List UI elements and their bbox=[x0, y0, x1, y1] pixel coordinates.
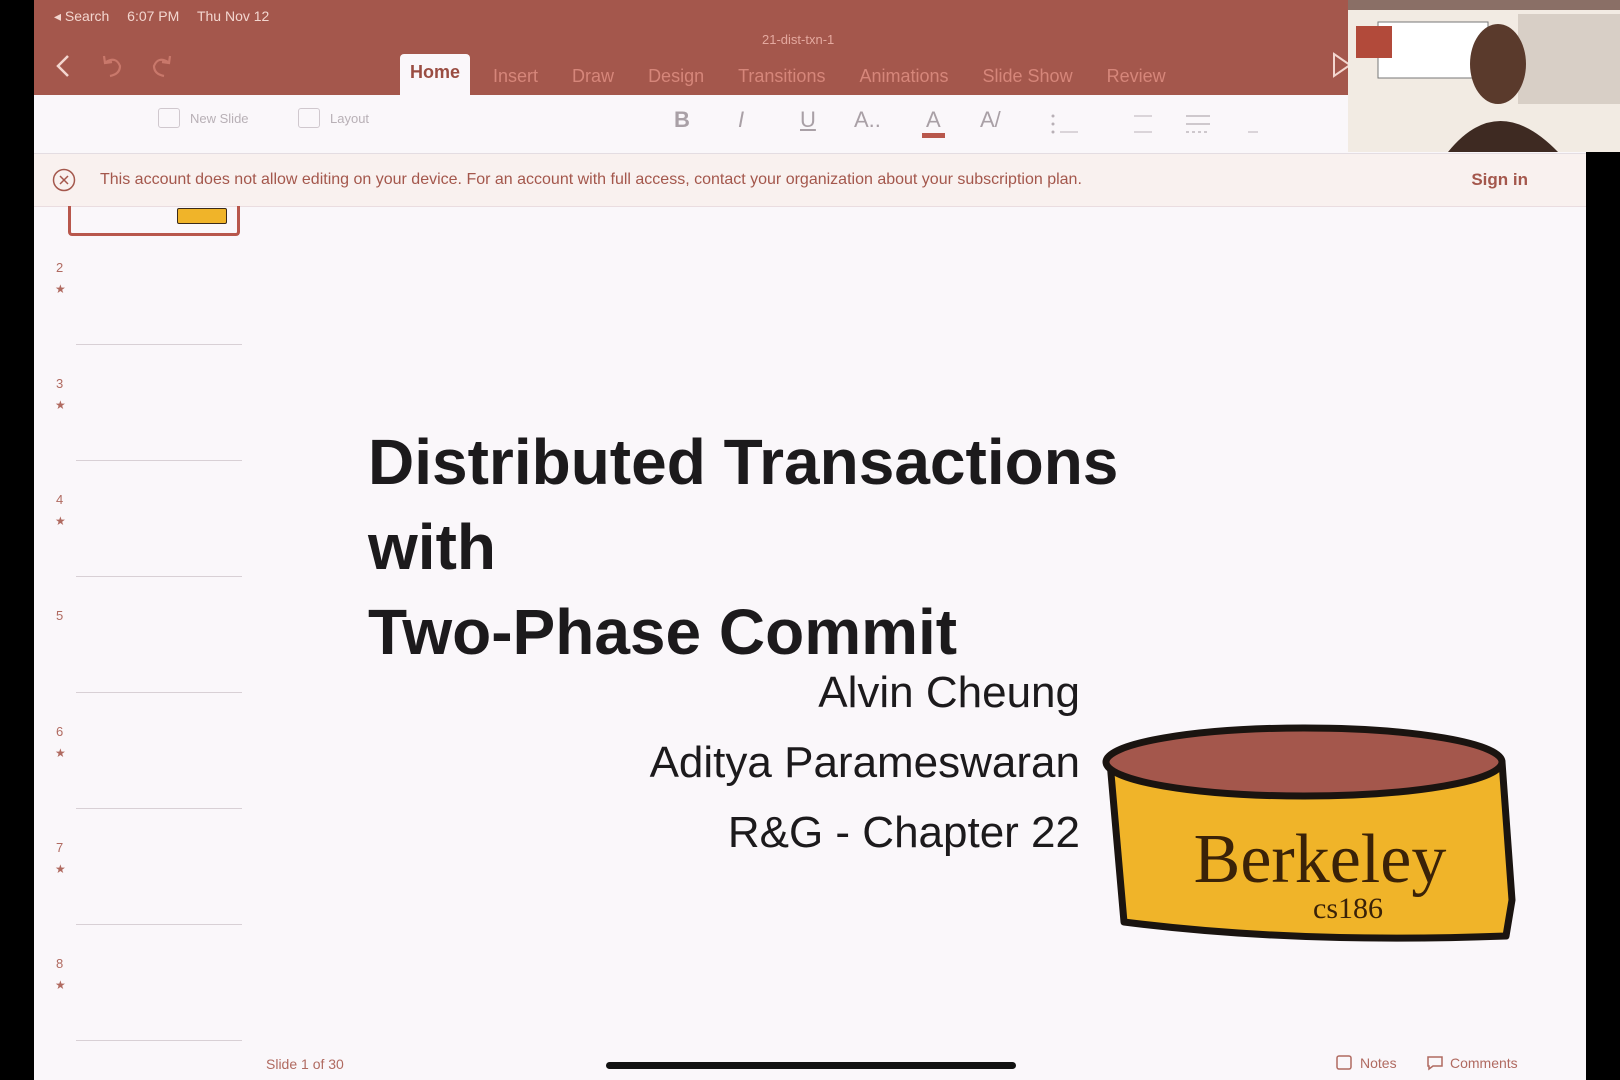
italic-button[interactable]: I bbox=[738, 107, 744, 133]
slide-thumbnail-5[interactable]: 5 bbox=[34, 608, 264, 724]
thumbnail-divider bbox=[76, 576, 242, 577]
star-icon: ★ bbox=[55, 862, 66, 876]
thumbnail-divider bbox=[76, 344, 242, 345]
new-slide-button[interactable]: New Slide bbox=[158, 108, 249, 128]
tab-transitions[interactable]: Transitions bbox=[721, 66, 842, 95]
tab-home[interactable]: Home bbox=[400, 54, 471, 95]
logo-subtext: cs186 bbox=[1313, 892, 1383, 925]
logo-text: Berkeley bbox=[1194, 821, 1447, 898]
author-2[interactable]: Aditya Parameswaran bbox=[650, 738, 1080, 788]
slide-number: 3 bbox=[56, 376, 64, 391]
thumbnail-divider bbox=[76, 1040, 242, 1041]
align-icon[interactable] bbox=[1184, 112, 1214, 136]
title-line-3: Two-Phase Commit bbox=[368, 596, 958, 668]
chapter-reference[interactable]: R&G - Chapter 22 bbox=[728, 808, 1080, 858]
slide-thumbnail-7[interactable]: 7 ★ bbox=[34, 840, 264, 956]
thumbnail-divider bbox=[76, 924, 242, 925]
comments-label: Comments bbox=[1450, 1055, 1518, 1071]
highlight-button[interactable]: A/ bbox=[980, 107, 1001, 133]
document-title[interactable]: 21-dist-txn-1 bbox=[762, 32, 834, 47]
slide-number: 6 bbox=[56, 724, 64, 739]
more-options-icon[interactable] bbox=[1244, 112, 1268, 136]
underline-button[interactable]: U bbox=[800, 107, 816, 133]
layout-icon bbox=[298, 108, 320, 128]
undo-icon[interactable] bbox=[96, 50, 128, 82]
status-back-link[interactable]: ◂ Search bbox=[54, 8, 109, 24]
banner-message: This account does not allow editing on y… bbox=[100, 171, 1082, 188]
comment-icon bbox=[1427, 1056, 1443, 1071]
comments-button[interactable]: Comments bbox=[1426, 1055, 1518, 1071]
slide-number: 8 bbox=[56, 956, 64, 971]
new-slide-label: New Slide bbox=[190, 110, 249, 126]
numbered-list-icon[interactable] bbox=[1124, 112, 1154, 136]
notes-icon bbox=[1336, 1055, 1352, 1070]
layout-button[interactable]: Layout bbox=[298, 108, 369, 128]
status-date: Thu Nov 12 bbox=[196, 8, 270, 24]
thumbnail-divider bbox=[76, 808, 242, 809]
bullet-list-icon[interactable] bbox=[1050, 112, 1080, 136]
author-1[interactable]: Alvin Cheung bbox=[818, 668, 1080, 718]
title-line-2: with bbox=[368, 511, 496, 583]
font-size-button[interactable]: A.. bbox=[854, 107, 881, 133]
star-icon: ★ bbox=[55, 398, 66, 412]
notes-button[interactable]: Notes bbox=[1336, 1055, 1397, 1071]
thumbnail-divider bbox=[76, 692, 242, 693]
tab-draw[interactable]: Draw bbox=[555, 66, 631, 95]
slide-number: 2 bbox=[56, 260, 64, 275]
back-arrow-icon[interactable] bbox=[48, 50, 80, 82]
slide-thumbnail-panel[interactable]: 2 ★ 3 ★ 4 ★ 5 6 ★ 7 ★ 8 ★ bbox=[34, 206, 264, 1080]
slide-number: 5 bbox=[56, 608, 64, 623]
star-icon: ★ bbox=[55, 746, 66, 760]
home-indicator[interactable] bbox=[606, 1062, 1016, 1069]
font-color-button[interactable]: A bbox=[922, 107, 945, 138]
sign-in-link[interactable]: Sign in bbox=[1471, 170, 1528, 190]
slide-thumbnail-1[interactable] bbox=[68, 206, 240, 236]
thumbnail-logo bbox=[177, 208, 227, 224]
new-slide-icon bbox=[158, 108, 180, 128]
tab-animations[interactable]: Animations bbox=[842, 66, 965, 95]
tab-design[interactable]: Design bbox=[631, 66, 721, 95]
slide-title[interactable]: Distributed Transactions with Two-Phase … bbox=[368, 420, 1118, 675]
slide-counter: Slide 1 of 30 bbox=[266, 1056, 344, 1072]
powerpoint-app: ◂ Search 6:07 PM Thu Nov 12 21-dist-txn-… bbox=[34, 0, 1586, 1080]
layout-label: Layout bbox=[330, 110, 370, 126]
berkeley-cs186-logo[interactable]: Berkeley cs186 bbox=[1096, 722, 1526, 952]
status-time: 6:07 PM bbox=[127, 8, 180, 24]
notification-banner: This account does not allow editing on y… bbox=[34, 154, 1586, 207]
star-icon: ★ bbox=[55, 514, 66, 528]
tab-review[interactable]: Review bbox=[1090, 66, 1183, 95]
notes-label: Notes bbox=[1360, 1055, 1397, 1071]
webcam-overlay bbox=[1348, 0, 1620, 152]
title-line-1: Distributed Transactions bbox=[368, 426, 1119, 498]
redo-icon[interactable] bbox=[146, 50, 178, 82]
slide-thumbnail-4[interactable]: 4 ★ bbox=[34, 492, 264, 608]
slide-number: 7 bbox=[56, 840, 64, 855]
slide-number: 4 bbox=[56, 492, 64, 507]
bold-button[interactable]: B bbox=[674, 107, 690, 133]
slide-canvas[interactable]: Distributed Transactions with Two-Phase … bbox=[270, 206, 1586, 1036]
webcam-feed-image bbox=[1348, 0, 1620, 152]
slide-thumbnail-6[interactable]: 6 ★ bbox=[34, 724, 264, 840]
thumbnail-divider bbox=[76, 460, 242, 461]
slide-thumbnail-8[interactable]: 8 ★ bbox=[34, 956, 264, 1072]
slide-thumbnail-3[interactable]: 3 ★ bbox=[34, 376, 264, 492]
star-icon: ★ bbox=[55, 978, 66, 992]
status-bar: ◂ Search 6:07 PM Thu Nov 12 bbox=[54, 8, 283, 25]
tab-slide-show[interactable]: Slide Show bbox=[966, 66, 1090, 95]
ribbon-tabs: Home Insert Draw Design Transitions Anim… bbox=[400, 54, 1183, 95]
star-icon: ★ bbox=[55, 282, 66, 296]
slide-thumbnail-2[interactable]: 2 ★ bbox=[34, 260, 264, 376]
tab-insert[interactable]: Insert bbox=[476, 66, 555, 95]
close-icon[interactable] bbox=[52, 168, 76, 192]
